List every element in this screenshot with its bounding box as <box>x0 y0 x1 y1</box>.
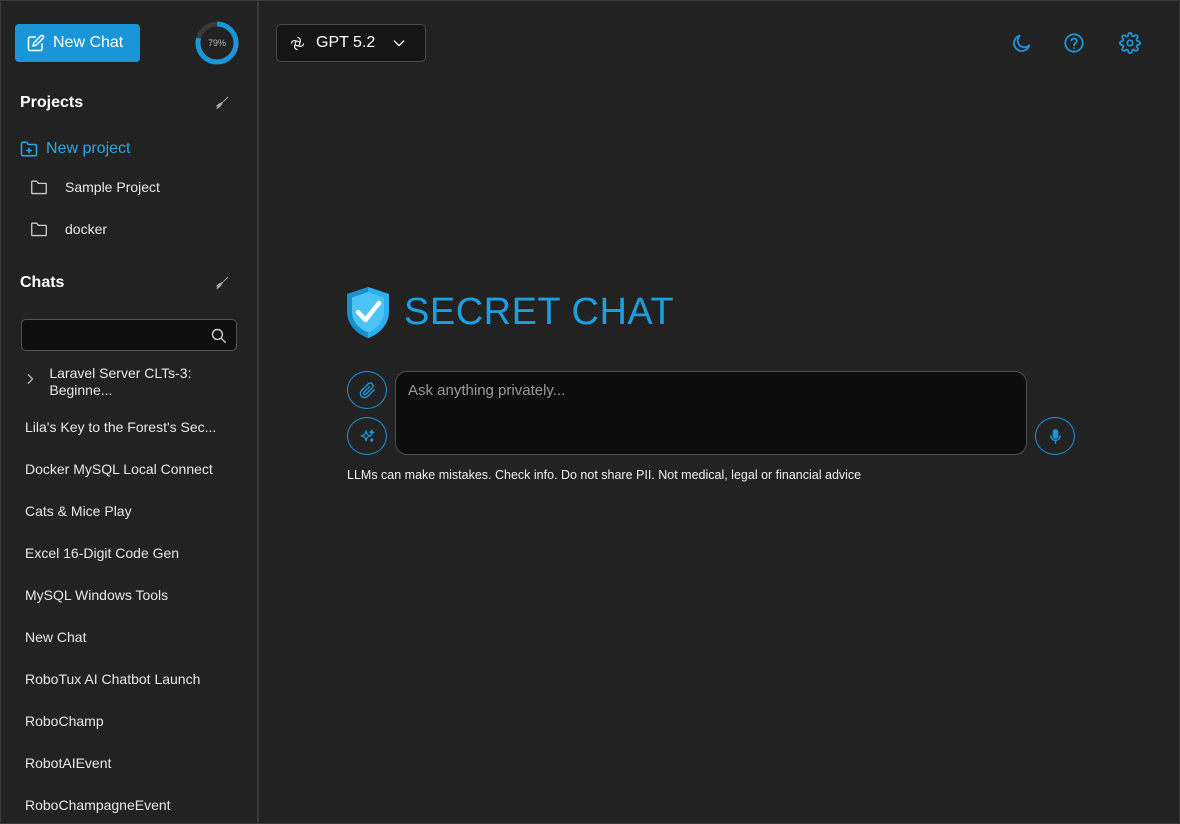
enhance-prompt-button[interactable] <box>347 417 387 455</box>
brand-title: SECRET CHAT <box>404 290 675 333</box>
moon-icon[interactable] <box>1011 32 1033 54</box>
chat-item[interactable]: Docker MySQL Local Connect <box>25 461 235 477</box>
chats-header: Chats <box>20 274 230 292</box>
paperclip-icon <box>359 381 375 398</box>
edit-icon <box>27 34 45 52</box>
project-item[interactable]: Sample Project <box>30 179 160 195</box>
chats-title: Chats <box>20 274 65 291</box>
chat-item[interactable]: RoboChampagneEvent <box>25 797 235 813</box>
chevron-right-icon[interactable] <box>23 371 37 387</box>
folder-plus-icon <box>20 141 38 157</box>
new-chat-button[interactable]: New Chat <box>15 24 140 62</box>
folder-icon <box>31 222 47 237</box>
sidebar: New Chat 79% Projects New project Sample… <box>1 1 259 823</box>
chat-item[interactable]: MySQL Windows Tools <box>25 587 235 603</box>
project-item[interactable]: docker <box>30 221 107 237</box>
prompt-box <box>395 371 1027 455</box>
chat-item[interactable]: Lila's Key to the Forest's Sec... <box>25 419 235 435</box>
chat-item[interactable]: RobotAIEvent <box>25 755 235 771</box>
model-selector[interactable]: GPT 5.2 <box>276 24 426 62</box>
usage-gauge: 79% <box>194 20 240 66</box>
broom-icon[interactable] <box>214 275 230 291</box>
chat-item[interactable]: New Chat <box>25 629 235 645</box>
disclaimer-text: LLMs can make mistakes. Check info. Do n… <box>347 468 862 482</box>
projects-header: Projects <box>20 94 230 112</box>
chat-item-group[interactable]: Laravel Server CLTs-3: Beginne... <box>23 365 237 401</box>
model-label: GPT 5.2 <box>316 34 376 51</box>
app-window: New Chat 79% Projects New project Sample… <box>0 0 1180 824</box>
folder-icon <box>31 180 47 195</box>
new-project-label: New project <box>46 140 131 157</box>
openai-icon <box>290 36 305 50</box>
prompt-input[interactable] <box>396 372 1026 454</box>
chat-item[interactable]: RoboTux AI Chatbot Launch <box>25 671 235 687</box>
project-label: Sample Project <box>65 179 160 195</box>
usage-percent: 79% <box>207 38 226 48</box>
chat-item[interactable]: Cats & Mice Play <box>25 503 235 519</box>
brand-logo: SECRET CHAT <box>344 285 674 339</box>
settings-icon[interactable] <box>1119 32 1141 54</box>
chat-item-label: Laravel Server CLTs-3: Beginne... <box>49 365 192 398</box>
search-icon[interactable] <box>210 327 227 344</box>
projects-title: Projects <box>20 94 84 111</box>
new-project-button[interactable]: New project <box>20 140 130 158</box>
chat-item[interactable]: Excel 16-Digit Code Gen <box>25 545 235 561</box>
project-label: docker <box>65 221 108 237</box>
chat-search-input[interactable] <box>22 320 202 350</box>
new-chat-label: New Chat <box>53 34 124 51</box>
help-icon[interactable] <box>1063 32 1085 54</box>
chat-search <box>21 319 237 351</box>
broom-icon[interactable] <box>214 95 230 111</box>
chat-item[interactable]: RoboChamp <box>25 713 235 729</box>
chevron-down-icon <box>393 40 405 47</box>
shield-check-icon <box>347 287 389 338</box>
attach-button[interactable] <box>347 371 387 409</box>
sparkles-icon <box>359 428 375 442</box>
voice-input-button[interactable] <box>1035 417 1075 455</box>
microphone-icon <box>1049 428 1061 444</box>
